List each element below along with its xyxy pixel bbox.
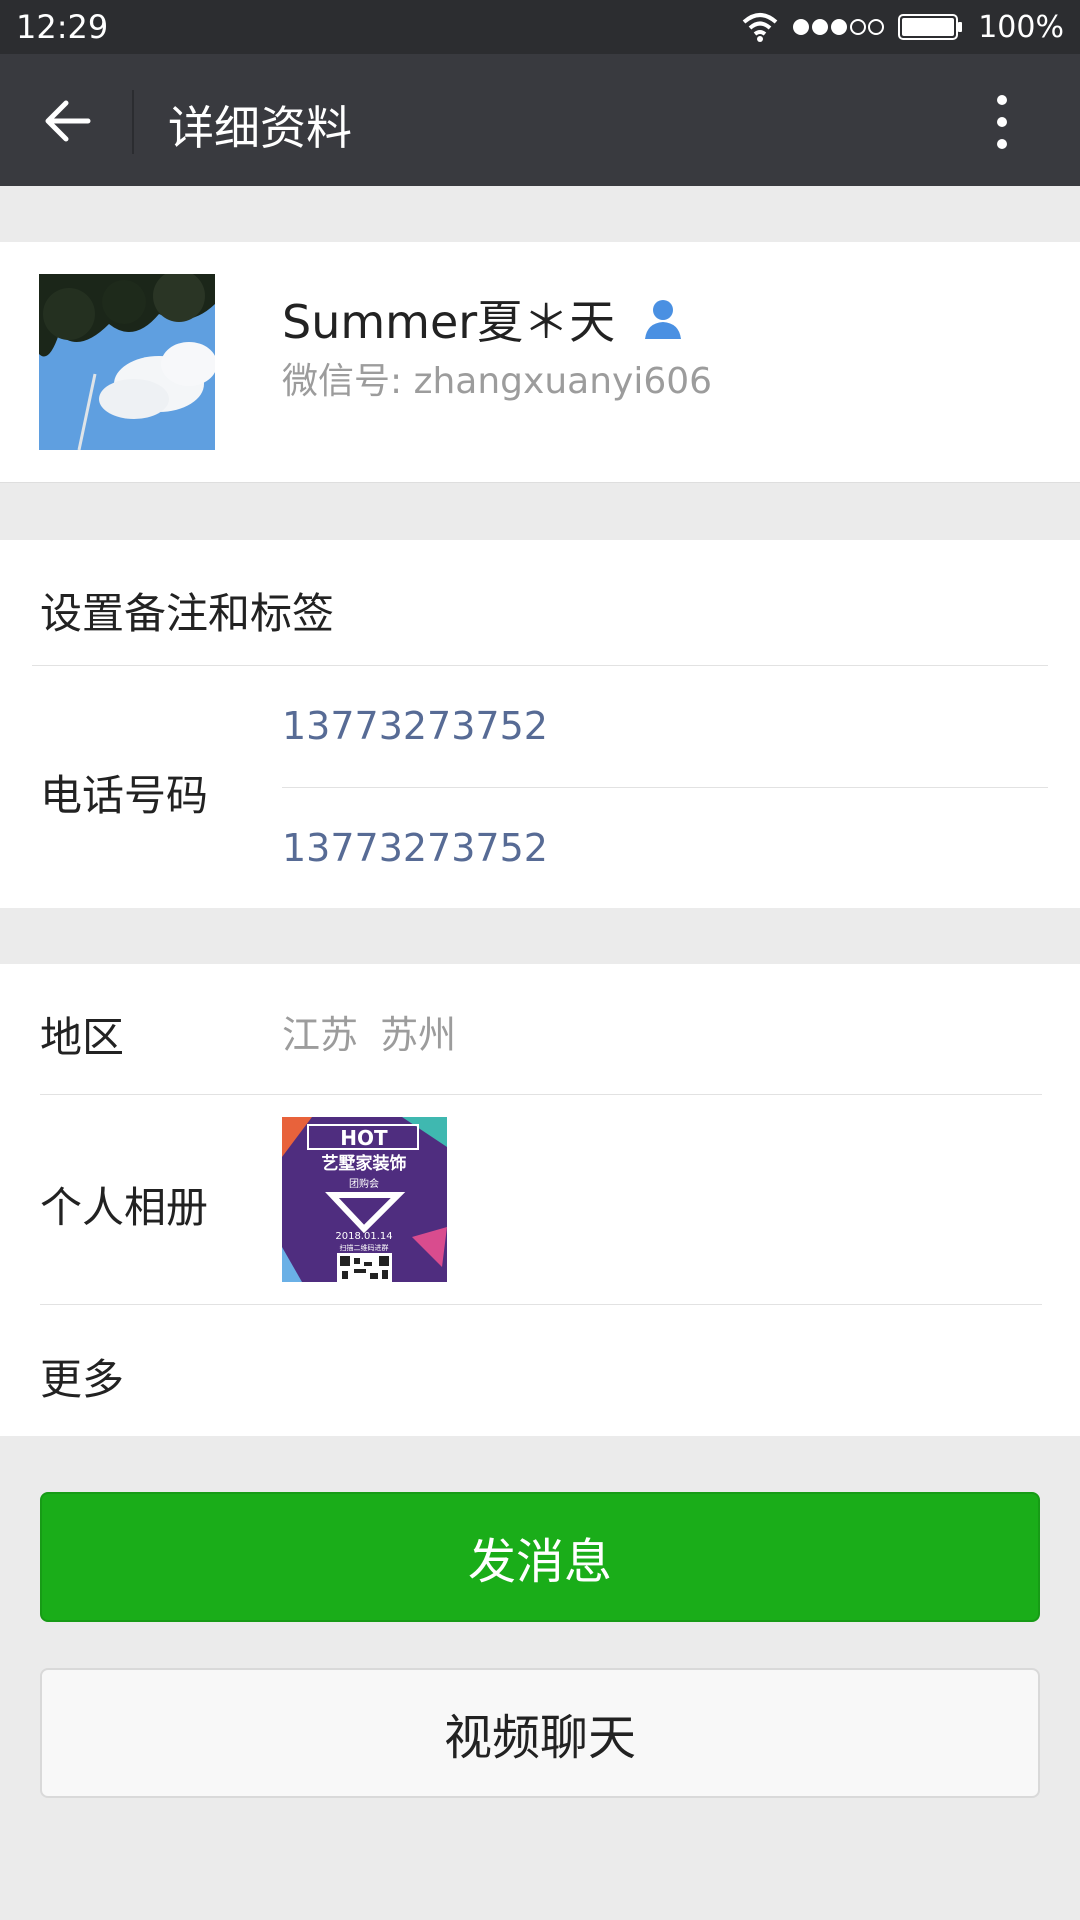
more-row[interactable]: 更多 (40, 1346, 124, 1407)
avatar[interactable] (39, 274, 215, 450)
details-card: 地区 江苏 苏州 个人相册 HOT 艺墅家装饰 团购会 2018.01.14 扫… (0, 964, 1080, 1436)
nickname-text: Summer夏＊天 (282, 295, 616, 349)
divider (282, 787, 1048, 788)
page-title: 详细资料 (168, 101, 352, 155)
nickname: Summer夏＊天 (282, 286, 685, 352)
wechat-id: 微信号: zhangxuanyi606 (282, 361, 713, 402)
avatar-image (39, 274, 215, 450)
album-thumb-badge: HOT (340, 1126, 388, 1150)
status-bar: 12:29 100% (0, 0, 1080, 54)
phone-label: 电话号码 (40, 771, 209, 820)
album-thumb-date: 2018.01.14 (335, 1231, 392, 1242)
back-arrow-icon[interactable] (40, 94, 94, 148)
nav-bar: 详细资料 (0, 54, 1080, 186)
album-thumb-caption: 扫描二维码进群 (340, 1243, 389, 1252)
battery-icon (898, 14, 963, 40)
info-card: 设置备注和标签 电话号码 13773273752 13773273752 (0, 540, 1080, 908)
status-time: 12:29 (16, 8, 109, 46)
send-message-button[interactable]: 发消息 (40, 1492, 1040, 1622)
album-thumbnail[interactable]: HOT 艺墅家装饰 团购会 2018.01.14 扫描二维码进群 (282, 1117, 447, 1282)
profile-card: Summer夏＊天 微信号: zhangxuanyi606 (0, 242, 1080, 483)
signal-icon (793, 19, 885, 35)
album-thumbnail-image: HOT 艺墅家装饰 团购会 2018.01.14 扫描二维码进群 (282, 1117, 447, 1282)
album-thumb-title: 艺墅家装饰 (322, 1153, 407, 1174)
divider (40, 1094, 1042, 1095)
divider (40, 1304, 1042, 1305)
phone-number-2[interactable]: 13773273752 (282, 826, 548, 870)
battery-percent: 100% (978, 9, 1064, 45)
album-thumb-subtitle: 团购会 (349, 1177, 379, 1190)
divider (32, 665, 1048, 666)
region-value: 江苏 苏州 (282, 1013, 457, 1057)
region-label: 地区 (40, 1013, 125, 1062)
album-label[interactable]: 个人相册 (40, 1174, 208, 1235)
wifi-icon (742, 13, 778, 42)
contact-person-icon (645, 300, 682, 339)
video-chat-button[interactable]: 视频聊天 (40, 1668, 1040, 1798)
more-vertical-icon[interactable] (990, 90, 1014, 154)
nav-divider (132, 90, 134, 154)
status-indicators: 100% (742, 8, 1064, 46)
phone-number-1[interactable]: 13773273752 (282, 704, 548, 748)
remark-tag-row[interactable]: 设置备注和标签 (40, 580, 334, 641)
